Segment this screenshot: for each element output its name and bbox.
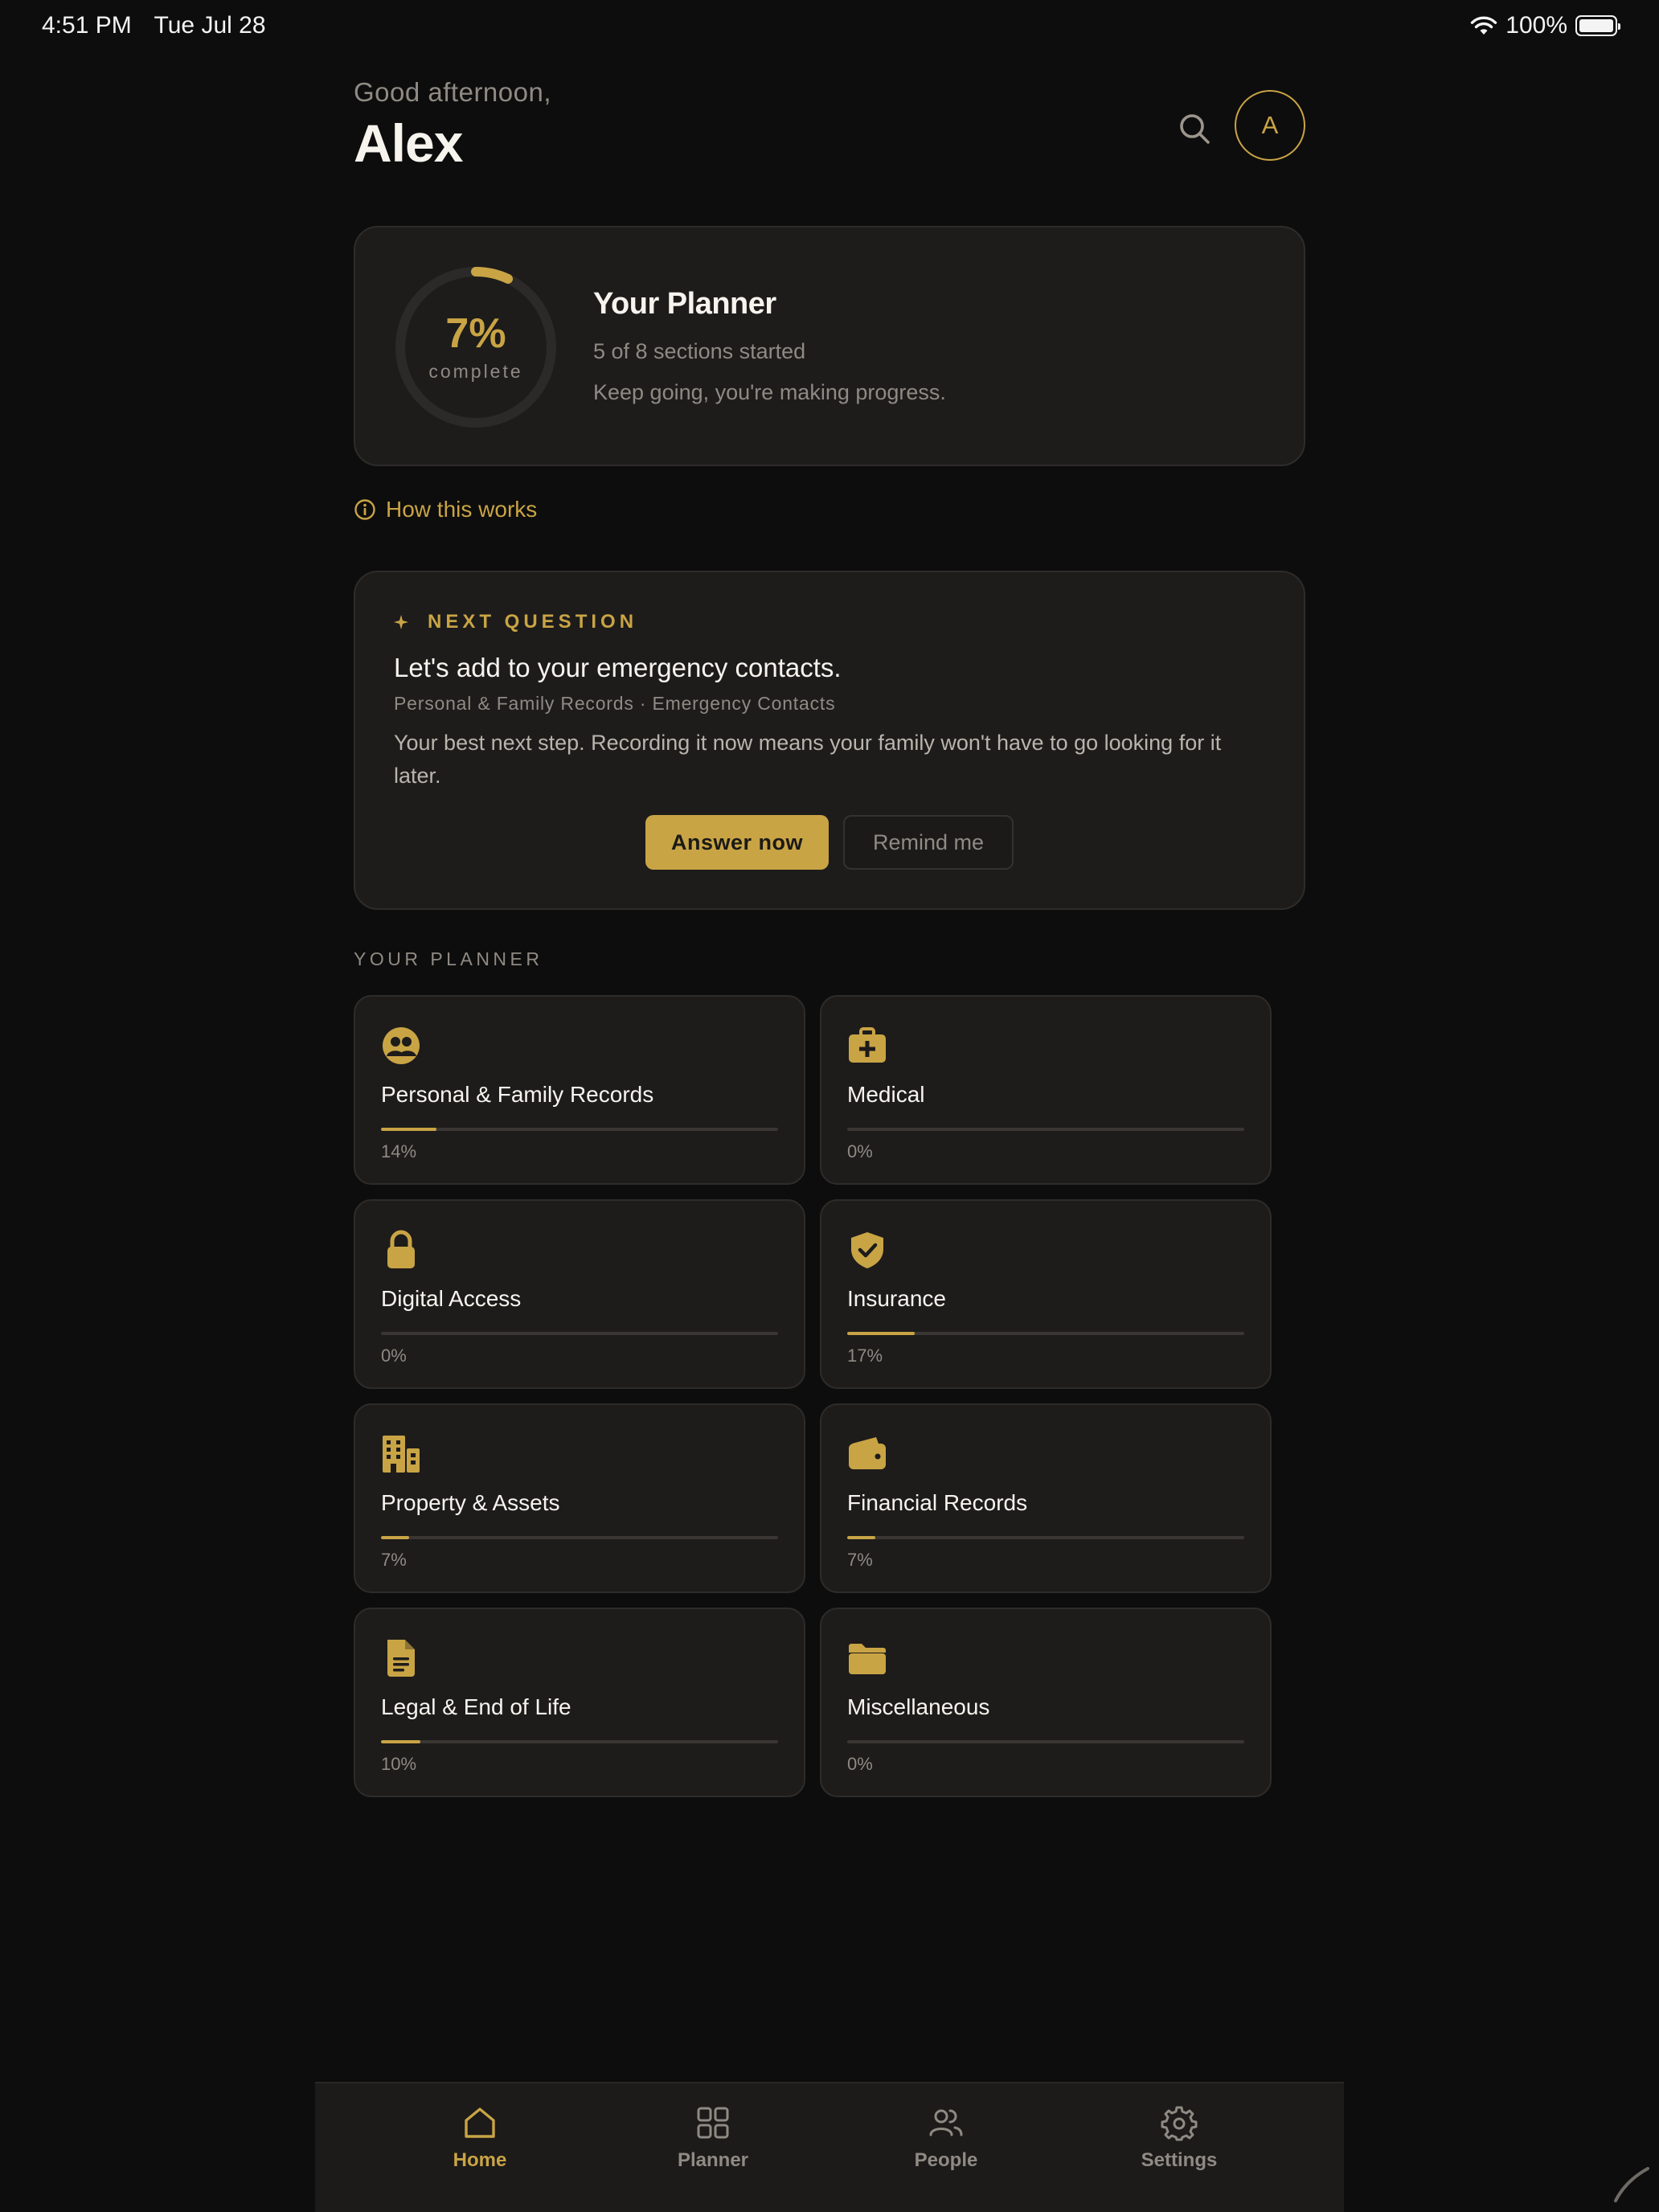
section-progress-track <box>381 1536 778 1539</box>
section-percent: 14% <box>381 1141 417 1161</box>
tab-people[interactable]: People <box>866 2083 1026 2172</box>
pencil-hover-icon <box>1614 2167 1649 2202</box>
tab-label: Settings <box>1141 2149 1218 2171</box>
status-bar-left: 4:51 PM Tue Jul 28 <box>42 12 282 39</box>
section-tile-property-assets[interactable]: Property & Assets 7% <box>354 1403 805 1593</box>
next-question-actions: Answer now Remind me <box>355 815 1304 870</box>
section-progress-fill <box>381 1536 409 1539</box>
progress-percent: 7% <box>445 309 506 357</box>
medical-kit-icon <box>849 1027 886 1063</box>
section-progress-track <box>847 1332 1244 1335</box>
section-title: Personal & Family Records <box>381 1082 654 1107</box>
section-progress-fill <box>381 1740 421 1743</box>
sections-grid: Personal & Family Records 14% Medical 0%… <box>354 995 1272 1797</box>
status-bar: 4:51 PM Tue Jul 28 100% <box>0 0 1659 51</box>
section-tile-personal-family-records[interactable]: Personal & Family Records 14% <box>354 995 805 1185</box>
building-icon <box>383 1436 420 1473</box>
tab-planner[interactable]: Planner <box>633 2083 793 2172</box>
section-title: Medical <box>847 1082 925 1107</box>
next-question-label: NEXT QUESTION <box>428 611 638 633</box>
section-title: Miscellaneous <box>847 1694 990 1719</box>
section-progress-fill <box>381 1128 437 1131</box>
section-tile-digital-access[interactable]: Digital Access 0% <box>354 1199 805 1389</box>
status-date: Tue Jul 28 <box>154 12 266 39</box>
shield-check-icon <box>851 1232 883 1268</box>
header: Good afternoon, Alex A <box>354 77 1305 182</box>
section-percent: 7% <box>847 1550 873 1570</box>
section-percent: 0% <box>847 1141 873 1161</box>
planner-summary-card[interactable]: 7% complete Your Planner 5 of 8 sections… <box>354 226 1305 466</box>
section-progress-track <box>847 1740 1244 1743</box>
how-this-works-label: How this works <box>386 497 538 522</box>
status-bar-right: 100% <box>1470 12 1620 39</box>
section-percent: 10% <box>381 1754 417 1774</box>
tab-label: Planner <box>677 2149 749 2171</box>
search-icon <box>1180 114 1210 144</box>
next-question-eyebrow: NEXT QUESTION <box>394 611 637 633</box>
section-title: Financial Records <box>847 1490 1028 1515</box>
people-icon <box>929 2109 963 2136</box>
lock-icon <box>387 1230 415 1268</box>
section-tile-miscellaneous[interactable]: Miscellaneous 0% <box>820 1608 1272 1797</box>
section-progress-fill <box>847 1332 915 1335</box>
progress-ring-text: 7% complete <box>394 265 558 429</box>
wallet-icon <box>849 1437 886 1469</box>
section-tile-legal-end-of-life[interactable]: Legal & End of Life 10% <box>354 1608 805 1797</box>
section-progress-track <box>381 1332 778 1335</box>
section-title: Insurance <box>847 1286 946 1311</box>
answer-now-button[interactable]: Answer now <box>645 815 829 870</box>
section-tile-medical[interactable]: Medical 0% <box>820 995 1272 1185</box>
remind-me-button[interactable]: Remind me <box>843 815 1014 870</box>
section-tile-financial-records[interactable]: Financial Records 7% <box>820 1403 1272 1593</box>
planner-title: Your Planner <box>593 287 776 321</box>
tab-settings[interactable]: Settings <box>1099 2083 1260 2172</box>
battery-percent: 100% <box>1505 12 1567 39</box>
avatar[interactable]: A <box>1235 90 1305 161</box>
planner-encouragement: Keep going, you're making progress. <box>593 380 946 404</box>
next-question-card: NEXT QUESTION Let's add to your emergenc… <box>354 571 1305 910</box>
section-title: Digital Access <box>381 1286 522 1311</box>
gear-icon <box>1161 2106 1198 2141</box>
family-icon <box>383 1027 420 1064</box>
section-percent: 0% <box>381 1346 407 1366</box>
info-icon <box>354 499 375 520</box>
tab-label: People <box>914 2149 978 2171</box>
status-time: 4:51 PM <box>42 12 132 39</box>
how-this-works-link[interactable]: How this works <box>354 497 537 522</box>
section-progress-track <box>847 1128 1244 1131</box>
tab-bar: Home Planner People Settings <box>315 2082 1344 2212</box>
next-question-path: Personal & Family Records · Emergency Co… <box>394 693 836 714</box>
wifi-icon <box>1471 16 1497 35</box>
tab-label: Home <box>453 2149 507 2171</box>
section-progress-track <box>381 1128 778 1131</box>
planner-info: Your Planner 5 of 8 sections started Kee… <box>593 287 946 405</box>
tab-home[interactable]: Home <box>399 2083 560 2172</box>
document-icon <box>387 1640 415 1677</box>
grid-icon <box>697 2107 729 2139</box>
section-percent: 0% <box>847 1754 873 1774</box>
section-progress-fill <box>847 1536 875 1539</box>
sections-heading: YOUR PLANNER <box>354 948 543 969</box>
battery-icon <box>1575 15 1620 36</box>
progress-label: complete <box>428 360 523 382</box>
sparkle-icon <box>394 615 408 629</box>
section-title: Legal & End of Life <box>381 1694 571 1719</box>
user-name: Alex <box>354 113 463 173</box>
section-title: Property & Assets <box>381 1490 560 1515</box>
planner-subtitle: 5 of 8 sections started <box>593 339 806 363</box>
folder-icon <box>849 1644 886 1674</box>
home-icon <box>465 2108 495 2138</box>
search-button[interactable] <box>1172 106 1217 151</box>
next-question-description: Your best next step. Recording it now me… <box>394 731 1222 788</box>
section-percent: 7% <box>381 1550 407 1570</box>
section-percent: 17% <box>847 1346 883 1366</box>
greeting: Good afternoon, <box>354 77 552 107</box>
section-tile-insurance[interactable]: Insurance 17% <box>820 1199 1272 1389</box>
next-question-title: Let's add to your emergency contacts. <box>394 653 842 682</box>
section-progress-track <box>381 1740 778 1743</box>
section-progress-track <box>847 1536 1244 1539</box>
